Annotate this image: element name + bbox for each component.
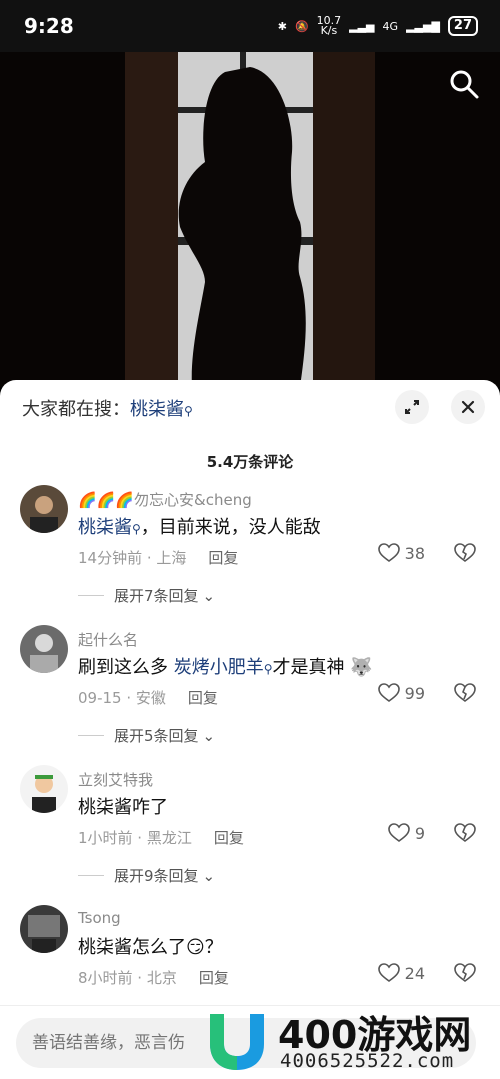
comment-username[interactable]: 起什么名 (78, 629, 138, 650)
comment-keyword[interactable]: 炭烤小肥羊 (174, 657, 264, 678)
comment-username[interactable]: 🌈🌈🌈勿忘心安&cheng (78, 489, 252, 510)
heart-icon (377, 963, 400, 982)
expand-button[interactable] (395, 390, 429, 424)
comment-text: 桃柒酱咋了 (78, 797, 168, 818)
hint-keyword[interactable]: 桃柒酱 (130, 399, 184, 420)
smirk-emoji-icon: 😏 (186, 937, 205, 958)
comment-sheet: 大家都在搜：桃柒酱⚲ 5.4万条评论 🌈🌈🌈勿忘心安&cheng 桃柒酱⚲，目前… (0, 380, 500, 1079)
video-frame (0, 52, 500, 387)
search-small-icon: ⚲ (184, 404, 193, 418)
comment-meta: 1小时前 · 黑龙江 回复 (78, 829, 244, 847)
search-hint[interactable]: 大家都在搜：桃柒酱⚲ (22, 395, 193, 421)
reply-button[interactable]: 回复 (188, 689, 218, 707)
like-button[interactable]: 99 (377, 683, 425, 703)
like-count: 38 (404, 543, 425, 563)
comment-text: 桃柒酱⚲，目前来说，没人能敌 (78, 517, 321, 538)
net-speed: 10.7 K/s (316, 14, 342, 37)
expand-replies[interactable]: 展开7条回复 ⌄ (78, 585, 215, 606)
comment-item: 立刻艾特我 桃柒酱咋了 1小时前 · 黑龙江 回复 9 展开9条回复 ⌄ (0, 765, 500, 905)
comment-meta: 14分钟前 · 上海 回复 (78, 549, 239, 567)
search-small-icon: ⚲ (263, 662, 273, 676)
expand-replies[interactable]: 展开9条回复 ⌄ (78, 865, 215, 886)
expand-replies[interactable]: 展开5条回复 ⌄ (78, 725, 215, 746)
status-time: 9:28 (24, 14, 74, 38)
chevron-down-icon: ⌄ (202, 586, 216, 605)
close-button[interactable] (451, 390, 485, 424)
watermark-logo-icon (210, 1014, 264, 1070)
watermark-url: 4006525522.com (280, 1050, 455, 1072)
battery-icon: 27 (447, 16, 478, 36)
search-icon[interactable] (448, 68, 480, 100)
comment-text: 刷到这么多 炭烤小肥羊⚲才是真神 🐺 (78, 657, 373, 678)
comment-meta: 8小时前 · 北京 回复 (78, 969, 229, 987)
heart-icon (377, 683, 400, 702)
cell-signal-icon: ▂▃▅▇ (406, 19, 440, 33)
broken-heart-icon[interactable] (454, 683, 476, 703)
search-small-icon: ⚲ (132, 522, 141, 536)
mute-icon: 🔕 (294, 19, 309, 33)
network-type: 4G (382, 19, 399, 33)
video-player[interactable] (0, 52, 500, 387)
status-icons: ✱ 🔕 10.7 K/s ▂▃▅ 4G ▂▃▅▇ 27 (277, 14, 478, 37)
avatar[interactable] (20, 485, 68, 533)
comment-meta: 09-15 · 安徽 回复 (78, 689, 218, 707)
broken-heart-icon[interactable] (454, 543, 476, 563)
like-count: 9 (414, 823, 425, 843)
chevron-down-icon: ⌄ (202, 866, 216, 885)
comment-username[interactable]: 立刻艾特我 (78, 769, 153, 790)
bluetooth-icon: ✱ (277, 19, 287, 33)
close-icon (461, 400, 475, 414)
reply-button[interactable]: 回复 (208, 549, 238, 567)
husky-emoji-icon: 🐺 (344, 657, 373, 678)
like-button[interactable]: 9 (388, 823, 425, 843)
like-count: 99 (404, 683, 425, 703)
chevron-down-icon: ⌄ (202, 726, 216, 745)
heart-icon (388, 823, 410, 842)
expand-icon (405, 400, 419, 414)
avatar[interactable] (20, 765, 68, 813)
heart-icon (377, 543, 400, 562)
like-button[interactable]: 24 (377, 963, 425, 983)
broken-heart-icon[interactable] (454, 963, 476, 983)
comment-item: 起什么名 刷到这么多 炭烤小肥羊⚲才是真神 🐺 09-15 · 安徽 回复 99 … (0, 625, 500, 765)
reply-button[interactable]: 回复 (214, 829, 244, 847)
comment-text: 桃柒酱怎么了😏？ (78, 937, 223, 958)
broken-heart-icon[interactable] (454, 823, 476, 843)
comment-count: 5.4万条评论 (206, 453, 294, 471)
comment-item: 🌈🌈🌈勿忘心安&cheng 桃柒酱⚲，目前来说，没人能敌 14分钟前 · 上海回… (0, 485, 500, 625)
like-count: 24 (404, 963, 425, 983)
wifi-signal-icon: ▂▃▅ (349, 19, 375, 33)
avatar[interactable] (20, 905, 68, 953)
comment-keyword[interactable]: 桃柒酱 (78, 517, 132, 538)
site-watermark: 400游戏网 4006525522.com (200, 1000, 500, 1079)
comment-username[interactable]: Tsong (78, 909, 121, 927)
like-button[interactable]: 38 (377, 543, 425, 563)
avatar[interactable] (20, 625, 68, 673)
status-bar: 9:28 ✱ 🔕 10.7 K/s ▂▃▅ 4G ▂▃▅▇ 27 (0, 0, 500, 52)
reply-button[interactable]: 回复 (199, 969, 229, 987)
